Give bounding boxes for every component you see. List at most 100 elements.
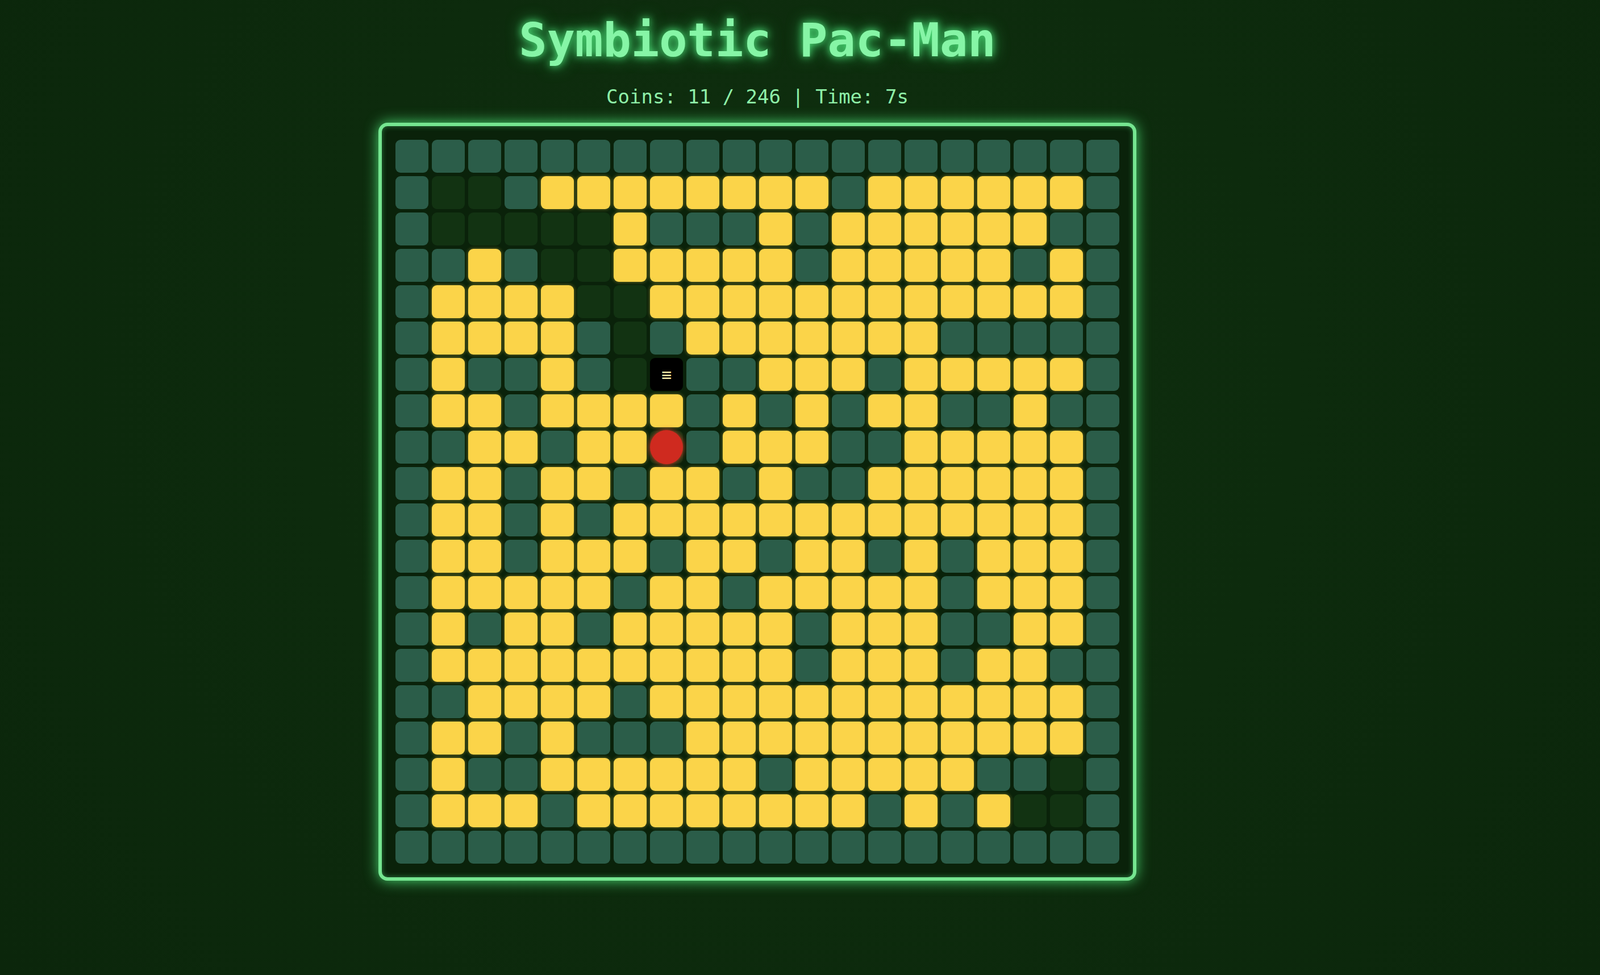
wall-tile [831, 830, 865, 864]
coin-tile [940, 721, 974, 755]
coin-tile [868, 612, 902, 646]
coin-tile [468, 576, 502, 610]
coin-tile [868, 467, 902, 500]
wall-tile [795, 612, 829, 646]
empty-tile [540, 212, 574, 246]
wall-tile [395, 794, 429, 828]
wall-tile [395, 721, 429, 755]
wall-tile [650, 139, 683, 173]
coin-tile [977, 285, 1011, 319]
coin-tile [904, 503, 938, 537]
coin-tile [977, 576, 1011, 610]
coin-tile [759, 467, 793, 500]
empty-tile [431, 212, 465, 246]
empty-tile [613, 357, 647, 391]
coin-tile [504, 648, 538, 682]
wall-tile [722, 576, 756, 610]
empty-tile [577, 212, 611, 246]
coin-tile [722, 176, 756, 210]
coin-tile [504, 430, 538, 464]
wall-tile [431, 430, 465, 464]
wall-tile [1086, 176, 1120, 210]
coin-tile [650, 503, 683, 537]
coin-tile [468, 539, 502, 573]
wall-tile [977, 321, 1011, 355]
coin-tile [795, 721, 829, 755]
coin-tile [759, 176, 793, 210]
coin-tile [940, 212, 974, 246]
coin-tile [940, 176, 974, 210]
coin-tile [504, 612, 538, 646]
coin-tile [686, 285, 720, 319]
wall-tile [395, 394, 429, 428]
wall-tile [722, 830, 756, 864]
wall-tile [577, 139, 611, 173]
player-icon: ≡ [661, 364, 672, 385]
coin-tile [722, 721, 756, 755]
wall-tile [650, 721, 683, 755]
wall-tile [395, 139, 429, 173]
coin-tile [540, 394, 574, 428]
wall-tile [940, 794, 974, 828]
wall-tile [468, 757, 502, 791]
ghost-icon [650, 430, 683, 465]
empty-tile [1050, 794, 1083, 828]
coin-tile [940, 285, 974, 319]
coin-tile [431, 467, 465, 500]
coin-tile [868, 321, 902, 355]
coin-tile [722, 321, 756, 355]
coin-tile [795, 321, 829, 355]
coin-tile [904, 430, 938, 464]
wall-tile [431, 685, 465, 719]
coin-tile [868, 176, 902, 210]
wall-tile [759, 139, 793, 173]
coin-tile [868, 648, 902, 682]
coin-tile [831, 685, 865, 719]
empty-tile [613, 285, 647, 319]
wall-tile [977, 757, 1011, 791]
coin-tile [1013, 357, 1047, 391]
coin-tile [1013, 648, 1047, 682]
coin-tile [613, 394, 647, 428]
coin-tile [613, 176, 647, 210]
coin-tile [1050, 612, 1083, 646]
game-board[interactable]: ≡ [378, 122, 1137, 881]
coin-tile [940, 467, 974, 500]
wall-tile [977, 139, 1011, 173]
wall-tile [613, 139, 647, 173]
coin-tile [831, 539, 865, 573]
coin-tile [686, 794, 720, 828]
wall-tile [395, 285, 429, 319]
coin-tile [468, 503, 502, 537]
coin-tile [686, 248, 720, 282]
coin-tile [904, 285, 938, 319]
wall-tile [395, 357, 429, 391]
wall-tile [795, 139, 829, 173]
coin-tile [431, 648, 465, 682]
coin-tile [468, 430, 502, 464]
coin-tile [540, 612, 574, 646]
wall-tile [940, 321, 974, 355]
coin-tile [795, 539, 829, 573]
wall-tile [1086, 612, 1120, 646]
coin-tile [940, 248, 974, 282]
coin-tile [1013, 685, 1047, 719]
wall-tile [1013, 757, 1047, 791]
wall-tile [577, 357, 611, 391]
coin-tile [1013, 539, 1047, 573]
coin-tile [613, 757, 647, 791]
wall-tile [759, 394, 793, 428]
wall-tile [868, 794, 902, 828]
coin-tile [759, 357, 793, 391]
coin-tile [977, 176, 1011, 210]
coin-tile [686, 685, 720, 719]
coin-tile [977, 794, 1011, 828]
coin-tile [904, 394, 938, 428]
wall-tile [795, 830, 829, 864]
coin-tile [904, 539, 938, 573]
coin-tile [431, 321, 465, 355]
coin-tile [831, 794, 865, 828]
page: Symbiotic Pac-ManCoins:11/246|Time:7s≡ [0, 0, 1600, 975]
coin-tile [468, 685, 502, 719]
wall-tile [395, 685, 429, 719]
